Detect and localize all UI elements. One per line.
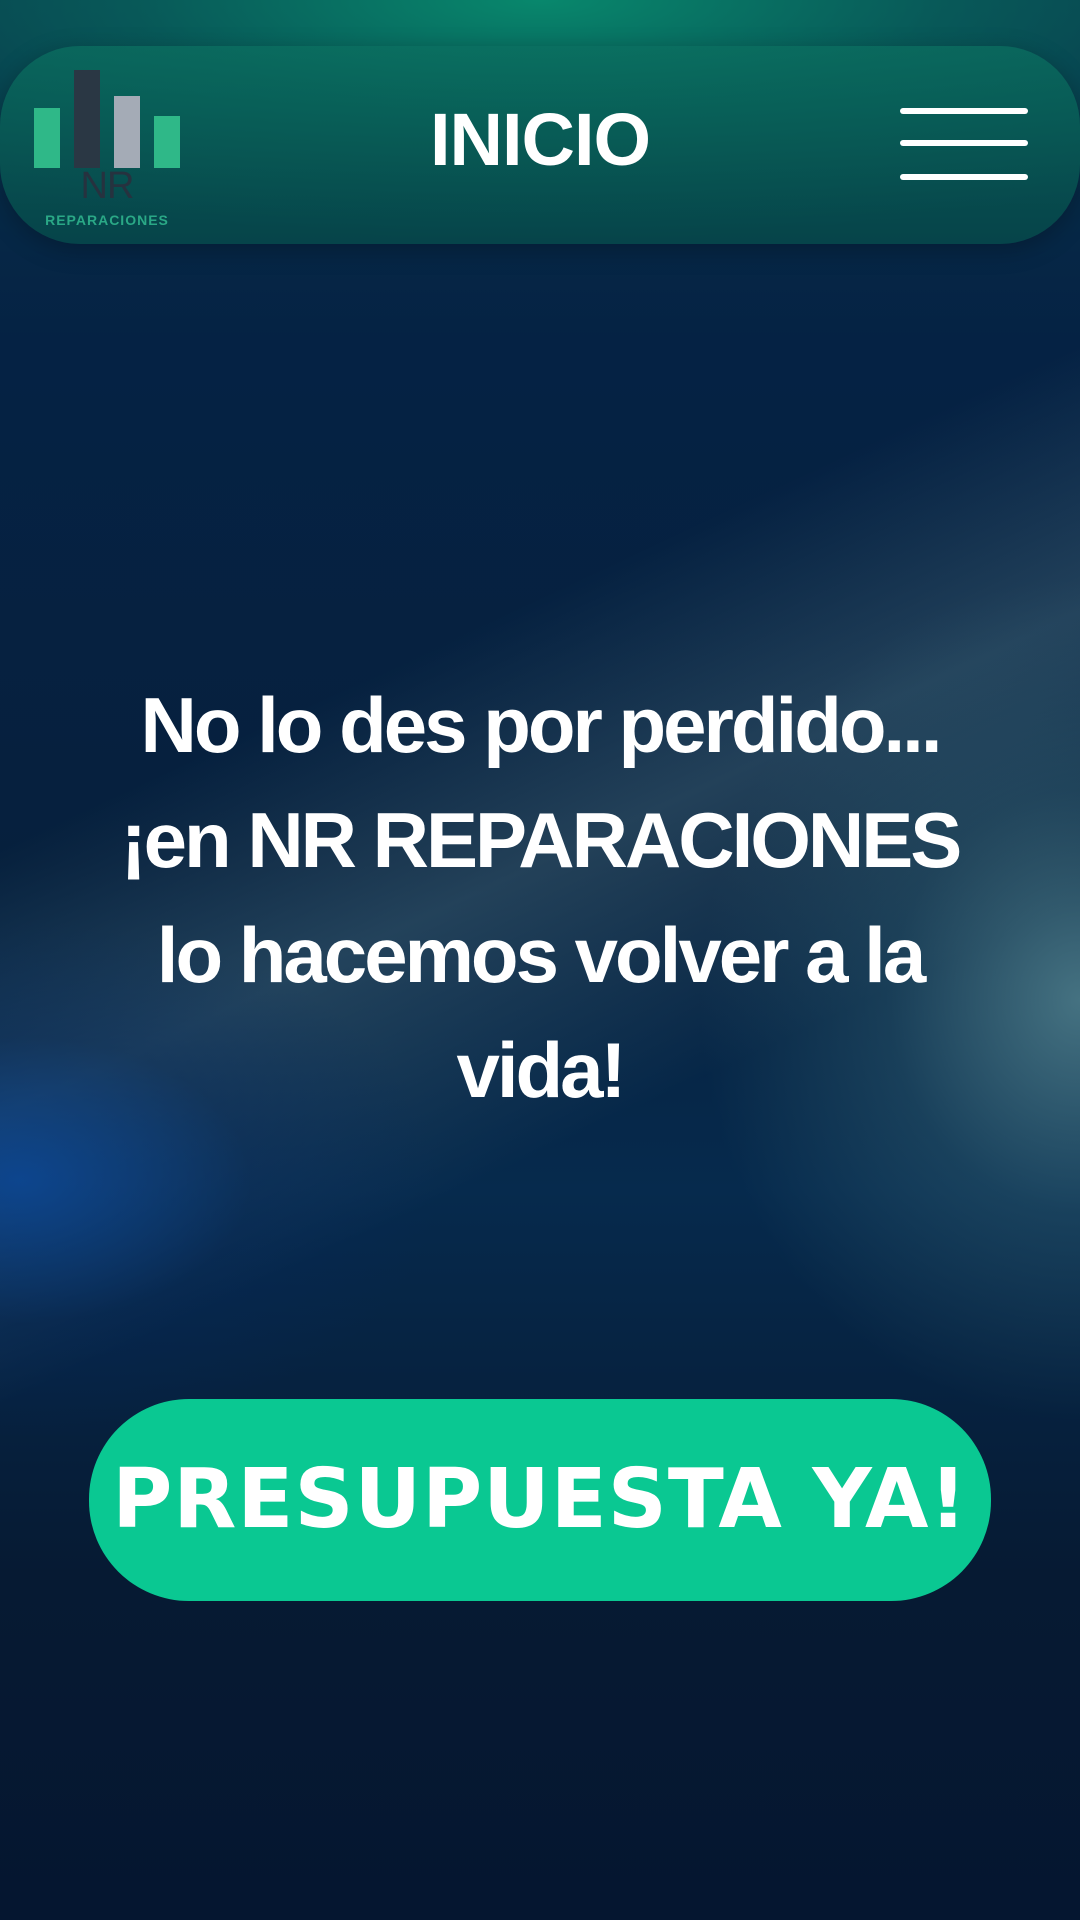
hamburger-menu-button[interactable] — [892, 100, 1028, 188]
hamburger-menu-icon — [900, 174, 1028, 180]
logo-subtitle: REPARACIONES — [45, 212, 169, 228]
presupuesta-ya-button[interactable]: PRESUPUESTA YA! — [89, 1399, 991, 1601]
logo-bar — [154, 116, 180, 168]
logo-bar — [74, 70, 100, 168]
bar-chart-logo-icon — [34, 62, 180, 168]
hamburger-menu-icon — [900, 108, 1028, 114]
logo-bar — [114, 96, 140, 168]
nr-reparaciones-logo[interactable]: NR REPARACIONES — [34, 62, 180, 232]
hero-headline: No lo des por perdido... ¡en NR REPARACI… — [120, 681, 963, 1114]
logo-monogram: NR — [80, 165, 135, 207]
logo-bar — [34, 108, 60, 168]
page-title: INICIO — [429, 98, 651, 181]
hamburger-menu-icon — [900, 140, 1028, 146]
